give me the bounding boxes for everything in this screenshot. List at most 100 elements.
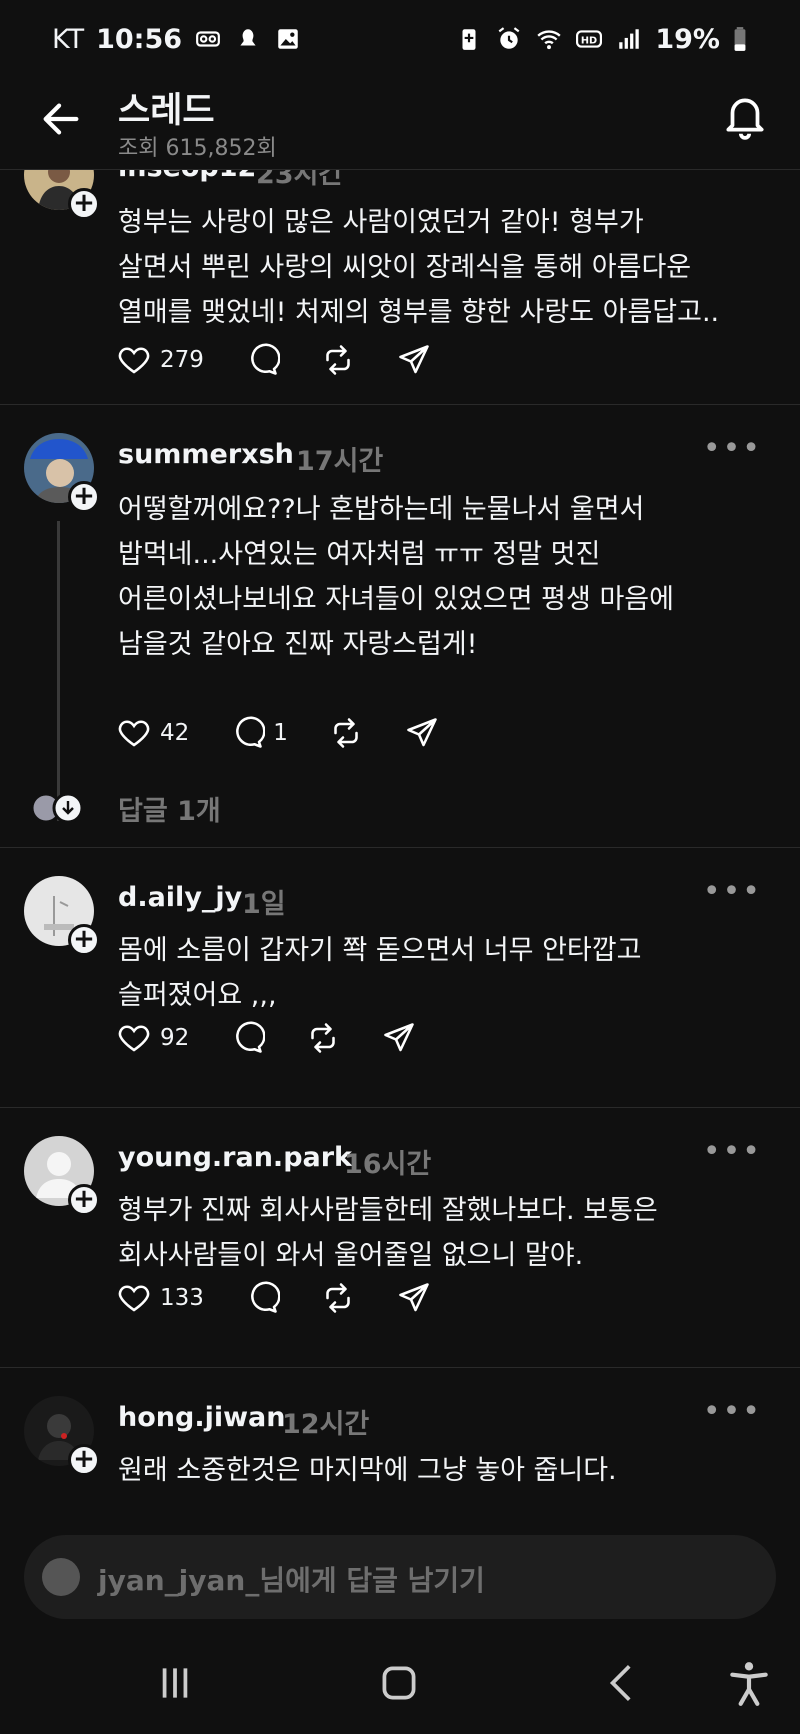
more-options-icon[interactable]: •••: [703, 1394, 762, 1429]
wifi-icon: [535, 25, 563, 53]
follow-plus-button[interactable]: +: [68, 1444, 100, 1476]
follow-plus-button[interactable]: +: [68, 188, 100, 220]
home-button[interactable]: [374, 1658, 424, 1708]
comment-button[interactable]: 1: [229, 715, 288, 751]
like-count: 42: [160, 720, 190, 746]
follow-plus-button[interactable]: +: [68, 1184, 100, 1216]
username[interactable]: d.aily_jy: [118, 882, 242, 913]
status-bar: KT 10:56 HD 19%: [0, 0, 800, 78]
like-count: 279: [160, 347, 204, 373]
like-button[interactable]: 42: [116, 715, 189, 751]
post-text: 몸에 소름이 갑자기 쫙 돋으면서 너무 안타깝고 슬퍼졌어요 ,,,: [118, 935, 642, 1011]
more-options-icon[interactable]: •••: [703, 1134, 762, 1169]
alarm-icon: [495, 25, 523, 53]
send-icon: [399, 1283, 429, 1312]
post-text: 어떻할꺼에요??나 혼밥하는데 눈물나서 울면서 밥먹네...사연있는 여자처럼…: [118, 494, 674, 660]
post-actions: 133: [116, 1280, 472, 1316]
follow-plus-button[interactable]: +: [68, 481, 100, 513]
back-nav-button[interactable]: [598, 1658, 648, 1708]
reply-avatars: [30, 791, 86, 825]
signal-icon: [615, 25, 643, 53]
reply-post: + inseop12 23시간 ••• 형부는 사랑이 많은 사람이였던거 같아…: [0, 170, 800, 405]
more-options-icon[interactable]: •••: [703, 874, 762, 909]
share-button[interactable]: [396, 1280, 432, 1316]
post-actions: 92: [116, 1020, 457, 1056]
follow-plus-button[interactable]: +: [68, 924, 100, 956]
reply-input-placeholder[interactable]: jyan_jyan_님에게 답글 남기기: [98, 1559, 485, 1599]
repost-icon: [326, 1283, 350, 1313]
comment-icon: [236, 1021, 266, 1053]
more-options-icon[interactable]: •••: [703, 170, 762, 179]
heart-icon: [118, 347, 150, 374]
send-icon: [384, 1023, 415, 1052]
post-time: 16시간: [344, 1149, 432, 1180]
accessibility-icon: [730, 1662, 768, 1706]
battery-icon: [732, 25, 748, 53]
post-text: 형부가 진짜 회사사람들한테 잘했나보다. 보통은 회사사람들이 와서 울어줄일…: [118, 1195, 658, 1271]
battery-saver-icon: [455, 25, 483, 53]
username[interactable]: inseop12: [118, 170, 256, 183]
carrier-label: KT: [52, 23, 85, 55]
recent-apps-button[interactable]: [150, 1658, 200, 1708]
username[interactable]: summerxsh: [118, 439, 294, 470]
status-right: HD 19%: [455, 24, 748, 55]
reply-feed: + inseop12 23시간 ••• 형부는 사랑이 많은 사람이였던거 같아…: [0, 170, 800, 1520]
comment-button[interactable]: [229, 1020, 266, 1056]
reply-post: + d.aily_jy 1일 ••• 몸에 소름이 갑자기 쫙 돋으면서 너무 …: [0, 848, 800, 1108]
share-button[interactable]: [396, 342, 432, 378]
username[interactable]: hong.jiwan: [118, 1402, 285, 1433]
comment-icon: [251, 343, 280, 375]
clock: 10:56: [96, 23, 183, 55]
post-time: 1일: [242, 889, 286, 920]
vr-icon: [194, 25, 222, 53]
comment-button[interactable]: [244, 1280, 280, 1316]
repost-button[interactable]: [305, 1020, 341, 1056]
reply-input-bar[interactable]: jyan_jyan_님에게 답글 남기기: [24, 1535, 776, 1619]
reply-post: + hong.jiwan 12시간 ••• 원래 소중한것은 마지막에 그냥 놓…: [0, 1368, 800, 1520]
post-actions: 279: [116, 342, 472, 378]
send-icon: [407, 718, 437, 747]
post-text: 형부는 사랑이 많은 사람이였던거 같아! 형부가 살면서 뿌린 사랑의 씨앗이…: [118, 207, 720, 328]
share-button[interactable]: [381, 1020, 417, 1056]
post-time: 17시간: [296, 446, 384, 477]
app-icon: [234, 25, 262, 53]
svg-text:HD: HD: [581, 35, 597, 46]
post-time: 23시간: [256, 170, 344, 190]
accessibility-button[interactable]: [724, 1658, 774, 1708]
arrow-left-icon: [43, 103, 79, 135]
like-button[interactable]: 133: [116, 1280, 204, 1316]
comment-button[interactable]: [244, 342, 280, 378]
thread-header: 스레드 조회 615,852회: [0, 78, 800, 170]
back-button[interactable]: [38, 96, 84, 142]
like-count: 92: [160, 1025, 190, 1051]
like-count: 133: [160, 1285, 204, 1311]
like-button[interactable]: 92: [116, 1020, 189, 1056]
repost-button[interactable]: [320, 1280, 356, 1316]
hd-icon: HD: [575, 25, 603, 53]
comment-count: 1: [273, 720, 288, 746]
view-replies-row[interactable]: 답글 1개: [0, 783, 800, 833]
post-text: 원래 소중한것은 마지막에 그냥 놓아 줍니다.: [118, 1455, 617, 1486]
comment-icon: [236, 716, 266, 748]
reply-post: + young.ran.park 16시간 ••• 형부가 진짜 회사사람들한테…: [0, 1108, 800, 1368]
send-icon: [399, 345, 429, 374]
username[interactable]: young.ran.park: [118, 1142, 352, 1173]
status-left: KT 10:56: [52, 24, 302, 55]
image-icon: [274, 25, 302, 53]
more-options-icon[interactable]: •••: [703, 431, 762, 466]
share-button[interactable]: [404, 715, 440, 751]
page-title: 스레드: [118, 91, 215, 131]
heart-icon: [118, 1025, 150, 1052]
chevron-left-icon: [609, 1665, 631, 1701]
repost-icon: [334, 718, 358, 748]
repost-button[interactable]: [328, 715, 364, 751]
bell-icon: [726, 98, 764, 140]
reply-count-label[interactable]: 답글 1개: [118, 789, 221, 828]
repost-icon: [311, 1023, 336, 1053]
battery-percent: 19%: [655, 23, 720, 55]
repost-icon: [326, 345, 350, 375]
repost-button[interactable]: [320, 342, 356, 378]
notification-button[interactable]: [720, 90, 770, 140]
thread-line: [57, 521, 60, 821]
like-button[interactable]: 279: [116, 342, 204, 378]
